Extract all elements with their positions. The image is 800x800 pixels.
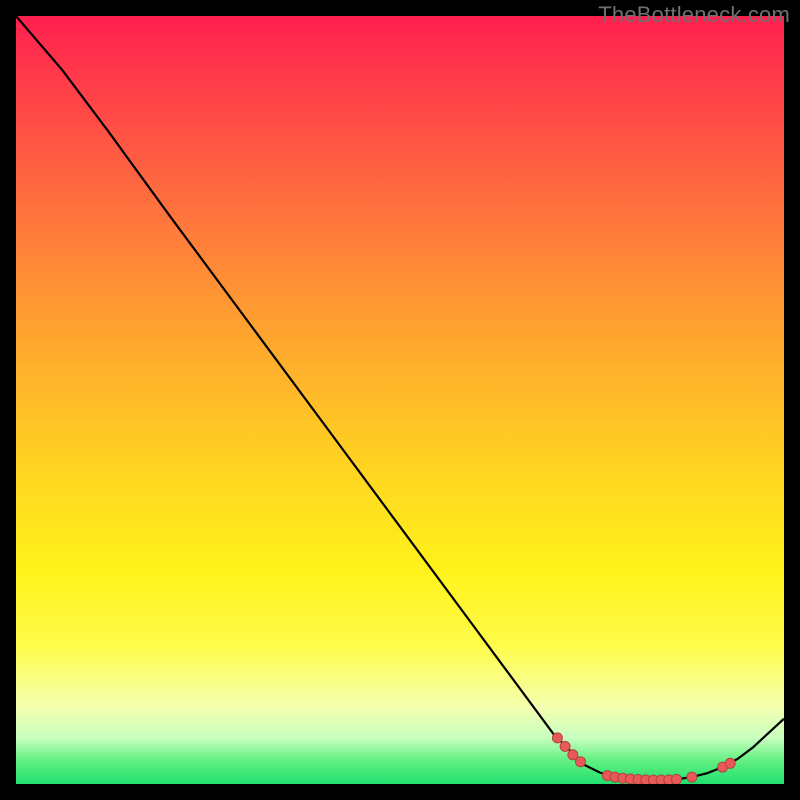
bottleneck-curve: [16, 16, 784, 780]
data-point: [560, 741, 570, 751]
plot-area: [16, 16, 784, 784]
data-point: [552, 733, 562, 743]
data-point: [725, 758, 735, 768]
chart-svg: [16, 16, 784, 784]
data-point: [672, 774, 682, 784]
chart-container: TheBottleneck.com: [0, 0, 800, 800]
data-point: [687, 772, 697, 782]
data-point: [576, 757, 586, 767]
data-points: [552, 733, 735, 784]
watermark-text: TheBottleneck.com: [598, 2, 790, 28]
